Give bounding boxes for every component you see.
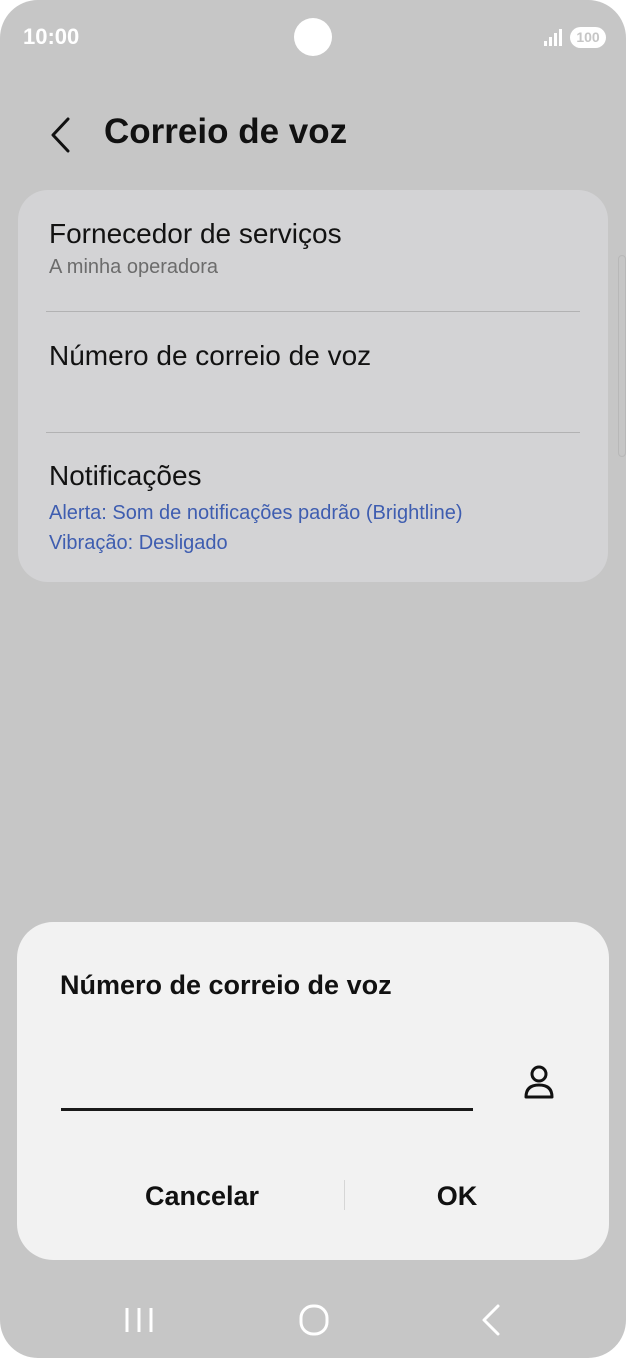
- home-button[interactable]: [284, 1298, 344, 1342]
- notifications-summary: Alerta: Som de notificações padrão (Brig…: [49, 498, 580, 558]
- navigation-bar: [0, 1280, 626, 1358]
- service-provider-title: Fornecedor de serviços: [49, 218, 342, 249]
- service-provider-value: A minha operadora: [49, 256, 219, 278]
- contacts-button[interactable]: [517, 1060, 561, 1104]
- recent-apps-button[interactable]: [110, 1298, 170, 1342]
- recent-apps-icon: [125, 1308, 153, 1332]
- battery-icon: 100: [570, 27, 606, 48]
- service-provider-item[interactable]: Fornecedor de serviços A minha operadora: [49, 218, 580, 279]
- voicemail-number-title: Número de correio de voz: [49, 340, 372, 371]
- notifications-title: Notificações: [49, 460, 202, 491]
- front-camera: [294, 18, 332, 56]
- back-button[interactable]: [40, 110, 84, 160]
- battery-level: 100: [576, 29, 600, 45]
- nav-back-button[interactable]: [460, 1298, 520, 1342]
- status-bar: 10:00 100: [0, 0, 626, 80]
- divider: [46, 311, 580, 312]
- notifications-item[interactable]: Notificações Alerta: Som de notificações…: [49, 460, 580, 558]
- notification-alert-value: Alerta: Som de notificações padrão (Brig…: [49, 502, 463, 524]
- person-icon: [524, 1065, 554, 1099]
- back-icon: [482, 1304, 500, 1336]
- button-divider: [344, 1180, 345, 1210]
- chevron-left-icon: [51, 117, 70, 153]
- voicemail-number-dialog: Número de correio de voz Cancelar OK: [17, 922, 609, 1260]
- status-time: 10:00: [23, 24, 80, 49]
- phone-screen: 10:00 100 Correio de voz Fornecedor de s…: [0, 0, 626, 1358]
- notification-vibration-value: Vibração: Desligado: [49, 532, 228, 554]
- ok-button[interactable]: OK: [357, 1170, 557, 1222]
- settings-card: Fornecedor de serviços A minha operadora…: [18, 190, 608, 582]
- page-title: Correio de voz: [104, 112, 348, 151]
- cancel-button[interactable]: Cancelar: [77, 1170, 327, 1222]
- voicemail-number-input[interactable]: [61, 1052, 473, 1111]
- dialog-title: Número de correio de voz: [60, 970, 392, 1000]
- signal-icon: [544, 29, 562, 46]
- divider: [46, 432, 580, 433]
- scrollbar[interactable]: [618, 255, 626, 457]
- voicemail-number-item[interactable]: Número de correio de voz: [49, 340, 580, 372]
- home-icon: [299, 1304, 329, 1336]
